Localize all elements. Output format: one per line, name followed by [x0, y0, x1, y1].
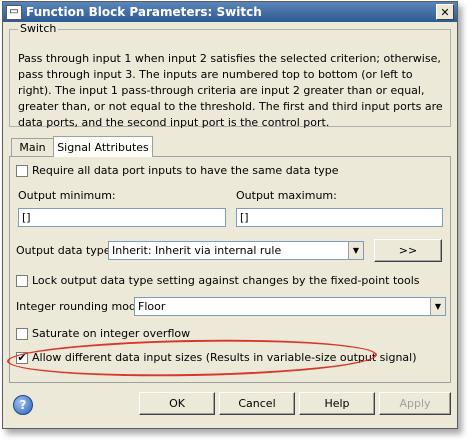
close-icon: ✕ — [440, 5, 450, 19]
apply-button-label: Apply — [399, 397, 431, 410]
output-minimum-label: Output minimum: — [18, 189, 116, 202]
integer-rounding-label: Integer rounding mode: — [16, 300, 147, 313]
output-data-type-select[interactable]: Inherit: Inherit via internal rule ▼ — [108, 241, 364, 260]
block-description: Pass through input 1 when input 2 satisf… — [18, 52, 443, 129]
title-bar[interactable]: ▭ Function Block Parameters: Switch ✕ — [3, 2, 457, 22]
help-button-label: Help — [324, 397, 350, 410]
help-icon[interactable]: ? — [13, 395, 33, 415]
integer-rounding-value: Floor — [138, 300, 166, 313]
data-type-assistant-label: >> — [398, 244, 418, 257]
saturate-checkbox[interactable] — [16, 328, 28, 340]
chevron-down-icon: ▼ — [430, 298, 445, 315]
simulink-block-icon: ▭ — [6, 4, 22, 20]
output-data-type-label: Output data type: — [16, 244, 115, 257]
chevron-down-icon: ▼ — [348, 242, 363, 259]
ok-button[interactable]: OK — [139, 392, 215, 415]
tab-main[interactable]: Main — [11, 138, 54, 156]
apply-button[interactable]: Apply — [379, 392, 451, 415]
output-maximum-input[interactable]: [] — [236, 208, 443, 227]
lock-data-type-label: Lock output data type setting against ch… — [32, 274, 420, 287]
group-legend: Switch — [18, 22, 59, 35]
question-mark-glyph: ? — [19, 398, 27, 412]
tab-main-label: Main — [19, 141, 46, 154]
output-maximum-label: Output maximum: — [236, 189, 337, 202]
block-description-group: Switch Pass through input 1 when input 2… — [9, 22, 451, 129]
data-type-assistant-button[interactable]: >> — [374, 239, 442, 262]
output-data-type-value: Inherit: Inherit via internal rule — [112, 244, 282, 257]
tab-signal-attributes-label: Signal Attributes — [57, 140, 149, 154]
require-same-type-label: Require all data port inputs to have the… — [32, 164, 339, 177]
lock-data-type-checkbox[interactable] — [16, 275, 28, 287]
cancel-button-label: Cancel — [238, 397, 276, 410]
require-same-type-checkbox[interactable] — [16, 165, 28, 177]
window-title: Function Block Parameters: Switch — [26, 5, 262, 19]
cancel-button[interactable]: Cancel — [219, 392, 295, 415]
saturate-label: Saturate on integer overflow — [32, 327, 191, 340]
close-button[interactable]: ✕ — [436, 4, 454, 20]
help-button[interactable]: Help — [299, 392, 375, 415]
tab-signal-attributes[interactable]: Signal Attributes — [53, 136, 153, 157]
output-minimum-input[interactable]: [] — [18, 208, 226, 227]
ok-button-label: OK — [169, 397, 185, 410]
dialog-window: ▭ Function Block Parameters: Switch ✕ Sw… — [2, 1, 458, 429]
integer-rounding-select[interactable]: Floor ▼ — [134, 297, 446, 316]
